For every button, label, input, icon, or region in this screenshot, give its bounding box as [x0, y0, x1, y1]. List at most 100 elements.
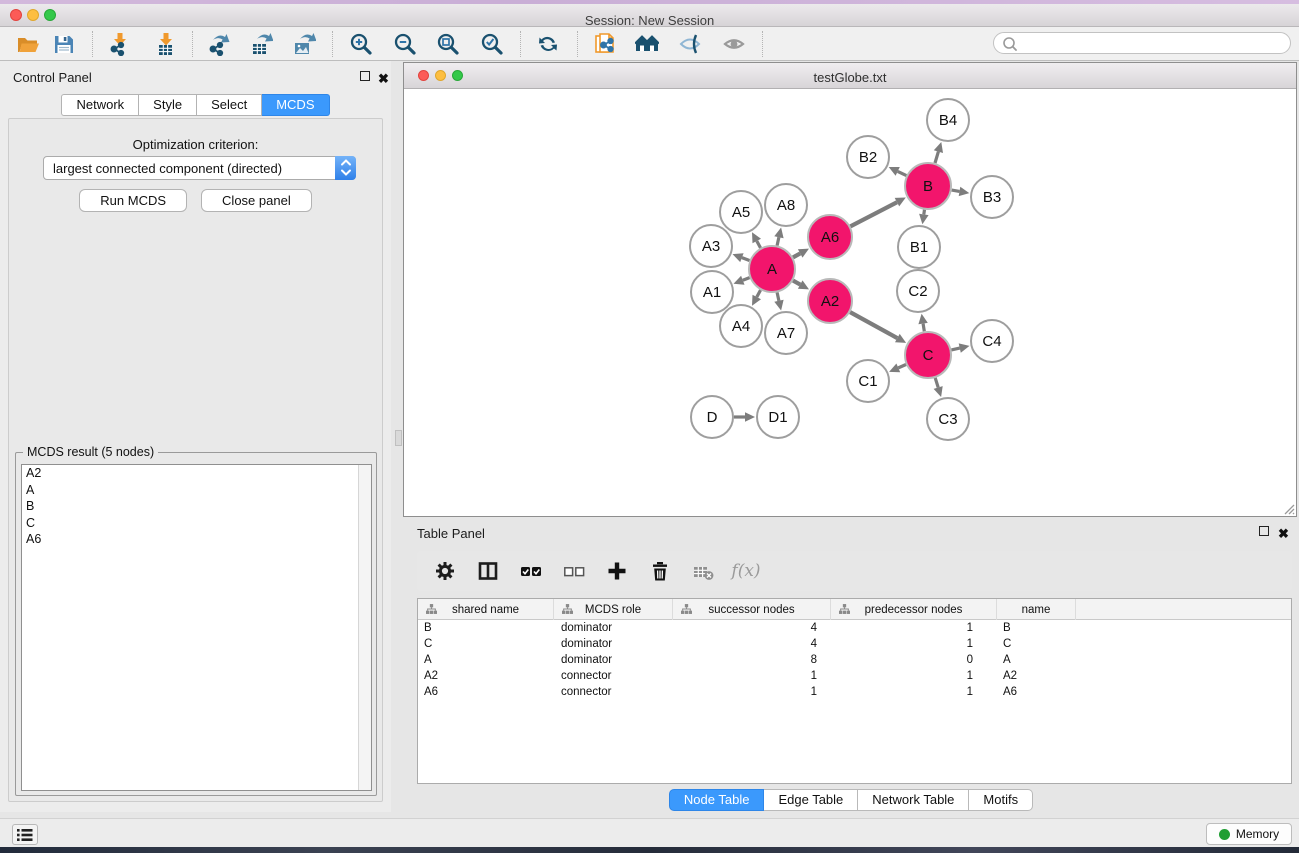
column-header-successor-nodes[interactable]: successor nodes: [673, 599, 831, 620]
hide-panel-button[interactable]: [678, 31, 704, 57]
edge-B-B3[interactable]: [952, 190, 960, 191]
edge-A-A4[interactable]: [757, 290, 761, 297]
graph-node-A4[interactable]: A4: [720, 305, 762, 347]
close-panel-button[interactable]: Close panel: [201, 189, 312, 212]
edge-A6-B[interactable]: [850, 202, 897, 226]
zoom-out-button[interactable]: [392, 31, 418, 57]
tab-node-table[interactable]: Node Table: [669, 789, 765, 811]
table-cell[interactable]: A: [997, 652, 1076, 668]
delete-column-button[interactable]: [646, 558, 674, 584]
table-cell[interactable]: 1: [673, 668, 831, 684]
graph-node-C1[interactable]: C1: [847, 360, 889, 402]
table-cell[interactable]: 8: [673, 652, 831, 668]
table-cell[interactable]: A2: [997, 668, 1076, 684]
open-session-button[interactable]: [15, 31, 41, 57]
graph-node-B1[interactable]: B1: [898, 226, 940, 268]
table-row[interactable]: A2connector11A2: [418, 668, 1291, 684]
search-field[interactable]: [993, 32, 1291, 54]
deselect-all-checkboxes-button[interactable]: [560, 558, 588, 584]
graph-node-A1[interactable]: A1: [691, 271, 733, 313]
graph-node-C4[interactable]: C4: [971, 320, 1013, 362]
float-panel-icon[interactable]: [360, 70, 373, 83]
new-session-from-network-button[interactable]: [592, 31, 618, 57]
result-list-item[interactable]: A2: [22, 465, 371, 482]
table-cell[interactable]: dominator: [554, 636, 673, 652]
tab-edge-table[interactable]: Edge Table: [764, 789, 858, 811]
table-row[interactable]: Cdominator41C: [418, 636, 1291, 652]
column-header-name[interactable]: name: [997, 599, 1076, 620]
zoom-selected-button[interactable]: [479, 31, 505, 57]
table-cell[interactable]: 1: [831, 620, 997, 636]
table-cell[interactable]: A6: [997, 684, 1076, 700]
edge-A-A2[interactable]: [793, 281, 800, 285]
export-image-button[interactable]: [291, 31, 317, 57]
tab-network[interactable]: Network: [61, 94, 139, 116]
column-header-predecessor-nodes[interactable]: predecessor nodes: [831, 599, 997, 620]
table-row[interactable]: Adominator80A: [418, 652, 1291, 668]
table-panel-float-icon[interactable]: [1259, 525, 1272, 538]
tab-network-table[interactable]: Network Table: [858, 789, 969, 811]
add-column-button[interactable]: [603, 558, 631, 584]
edge-C-C3[interactable]: [935, 378, 938, 388]
edge-A-A5[interactable]: [757, 241, 761, 248]
tab-style[interactable]: Style: [139, 94, 197, 116]
result-list-scrollbar[interactable]: [358, 465, 371, 790]
column-header-shared-name[interactable]: shared name: [418, 599, 554, 620]
table-cell[interactable]: dominator: [554, 652, 673, 668]
export-network-button[interactable]: [205, 31, 231, 57]
table-cell[interactable]: 1: [673, 684, 831, 700]
zoom-fit-button[interactable]: [435, 31, 461, 57]
criterion-dropdown[interactable]: largest connected component (directed): [43, 156, 356, 180]
edge-B-B2[interactable]: [898, 171, 907, 175]
table-cell[interactable]: C: [418, 636, 554, 652]
edge-C-C2[interactable]: [923, 324, 924, 332]
refresh-button[interactable]: [535, 31, 561, 57]
result-list-item[interactable]: B: [22, 498, 371, 515]
graph-node-C[interactable]: C: [905, 332, 951, 378]
network-view-window[interactable]: testGlobe.txt AA1A2A3A4A5A6A7A8BB1B2B3B4…: [403, 62, 1297, 517]
table-row[interactable]: A6connector11A6: [418, 684, 1291, 700]
table-cell[interactable]: 1: [831, 636, 997, 652]
graph-node-A3[interactable]: A3: [690, 225, 732, 267]
edge-A2-C[interactable]: [850, 312, 897, 338]
graph-node-D1[interactable]: D1: [757, 396, 799, 438]
task-history-button[interactable]: [12, 824, 38, 845]
network-window-titlebar[interactable]: testGlobe.txt: [404, 63, 1296, 89]
graph-node-B3[interactable]: B3: [971, 176, 1013, 218]
search-input[interactable]: [1017, 34, 1290, 52]
close-panel-icon[interactable]: ✖: [378, 70, 391, 83]
edge-A-A8[interactable]: [777, 237, 779, 245]
mcds-result-list[interactable]: A2ABCA6: [21, 464, 372, 791]
window-resize-grip[interactable]: [1281, 501, 1295, 515]
import-network-button[interactable]: [107, 31, 133, 57]
graph-node-A7[interactable]: A7: [765, 312, 807, 354]
node-table-header[interactable]: shared nameMCDS rolesuccessor nodesprede…: [418, 599, 1291, 620]
table-cell[interactable]: A: [418, 652, 554, 668]
result-list-item[interactable]: A: [22, 482, 371, 499]
edge-B-B4[interactable]: [935, 152, 938, 163]
split-pane-grip[interactable]: [395, 430, 402, 446]
graph-node-A6[interactable]: A6: [808, 215, 852, 259]
graph-node-A2[interactable]: A2: [808, 279, 852, 323]
table-panel-close-icon[interactable]: ✖: [1278, 525, 1291, 538]
main-titlebar[interactable]: Session: New Session: [0, 4, 1299, 27]
table-cell[interactable]: B: [418, 620, 554, 636]
edge-C-C4[interactable]: [951, 348, 959, 350]
table-cell[interactable]: 1: [831, 684, 997, 700]
table-cell[interactable]: connector: [554, 668, 673, 684]
gear-button[interactable]: [431, 558, 459, 584]
save-session-button[interactable]: [51, 31, 77, 57]
show-graphics-details-button[interactable]: [722, 31, 748, 57]
graph-node-C2[interactable]: C2: [897, 270, 939, 312]
memory-button[interactable]: Memory: [1206, 823, 1292, 845]
tab-mcds[interactable]: MCDS: [262, 94, 329, 116]
import-table-button[interactable]: [153, 31, 179, 57]
edge-A-A7[interactable]: [777, 292, 779, 300]
column-header-MCDS-role[interactable]: MCDS role: [554, 599, 673, 620]
table-cell[interactable]: 4: [673, 636, 831, 652]
table-row[interactable]: Bdominator41B: [418, 620, 1291, 636]
edge-C-C1[interactable]: [898, 365, 906, 368]
result-list-item[interactable]: C: [22, 515, 371, 532]
run-mcds-button[interactable]: Run MCDS: [79, 189, 187, 212]
zoom-in-button[interactable]: [348, 31, 374, 57]
